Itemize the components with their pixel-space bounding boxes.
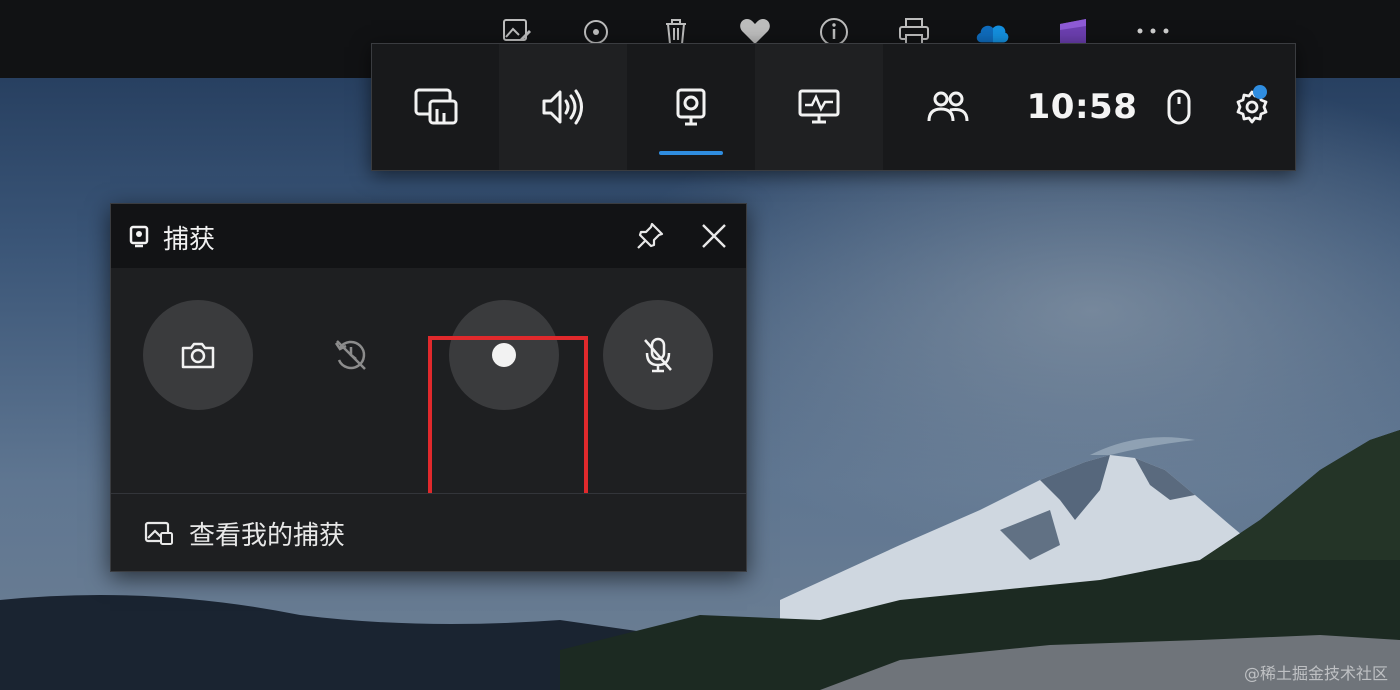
capture-title-icon xyxy=(123,220,155,252)
record-highlight-box xyxy=(428,336,588,500)
social-icon xyxy=(927,91,968,122)
social-widget-button[interactable] xyxy=(883,44,1012,170)
mouse-icon xyxy=(1167,89,1191,125)
widget-menu-button[interactable] xyxy=(372,44,499,170)
game-bar: 10:58 xyxy=(371,43,1296,171)
view-my-captures-link[interactable]: 查看我的捕获 xyxy=(111,494,746,571)
capture-widget-title: 捕获 xyxy=(163,225,216,255)
audio-icon xyxy=(542,89,583,125)
view-my-captures-label: 查看我的捕获 xyxy=(189,521,346,551)
capture-controls: 照片 xyxy=(111,268,746,542)
close-icon xyxy=(702,224,726,248)
notification-badge xyxy=(1253,85,1267,99)
close-button[interactable] xyxy=(698,220,730,252)
pin-button[interactable] xyxy=(634,220,666,252)
screenshot-camera-icon xyxy=(181,342,215,369)
microphone-toggle-button[interactable] xyxy=(603,300,713,410)
capture-icon xyxy=(676,88,706,126)
audio-widget-button[interactable] xyxy=(499,44,627,170)
widget-menu-icon xyxy=(414,88,457,125)
active-widget-indicator xyxy=(659,151,723,155)
microphone-muted-icon xyxy=(644,337,672,373)
mouse-lock-button[interactable] xyxy=(1152,44,1206,170)
performance-widget-button[interactable] xyxy=(755,44,883,170)
watermark: @稀土掘金技术社区 xyxy=(1243,664,1388,683)
capture-widget: 捕获 照片 查看我的捕获 xyxy=(110,203,747,572)
performance-icon xyxy=(798,89,840,124)
record-last-30s-icon xyxy=(334,340,366,370)
clock: 10:58 xyxy=(1026,87,1138,127)
settings-button[interactable] xyxy=(1222,44,1282,170)
record-last-30s-button[interactable] xyxy=(321,325,381,385)
screenshot-button[interactable] xyxy=(143,300,253,410)
gallery-icon xyxy=(143,518,175,548)
capture-widget-header[interactable]: 捕获 xyxy=(111,204,746,268)
pin-icon xyxy=(637,222,664,249)
